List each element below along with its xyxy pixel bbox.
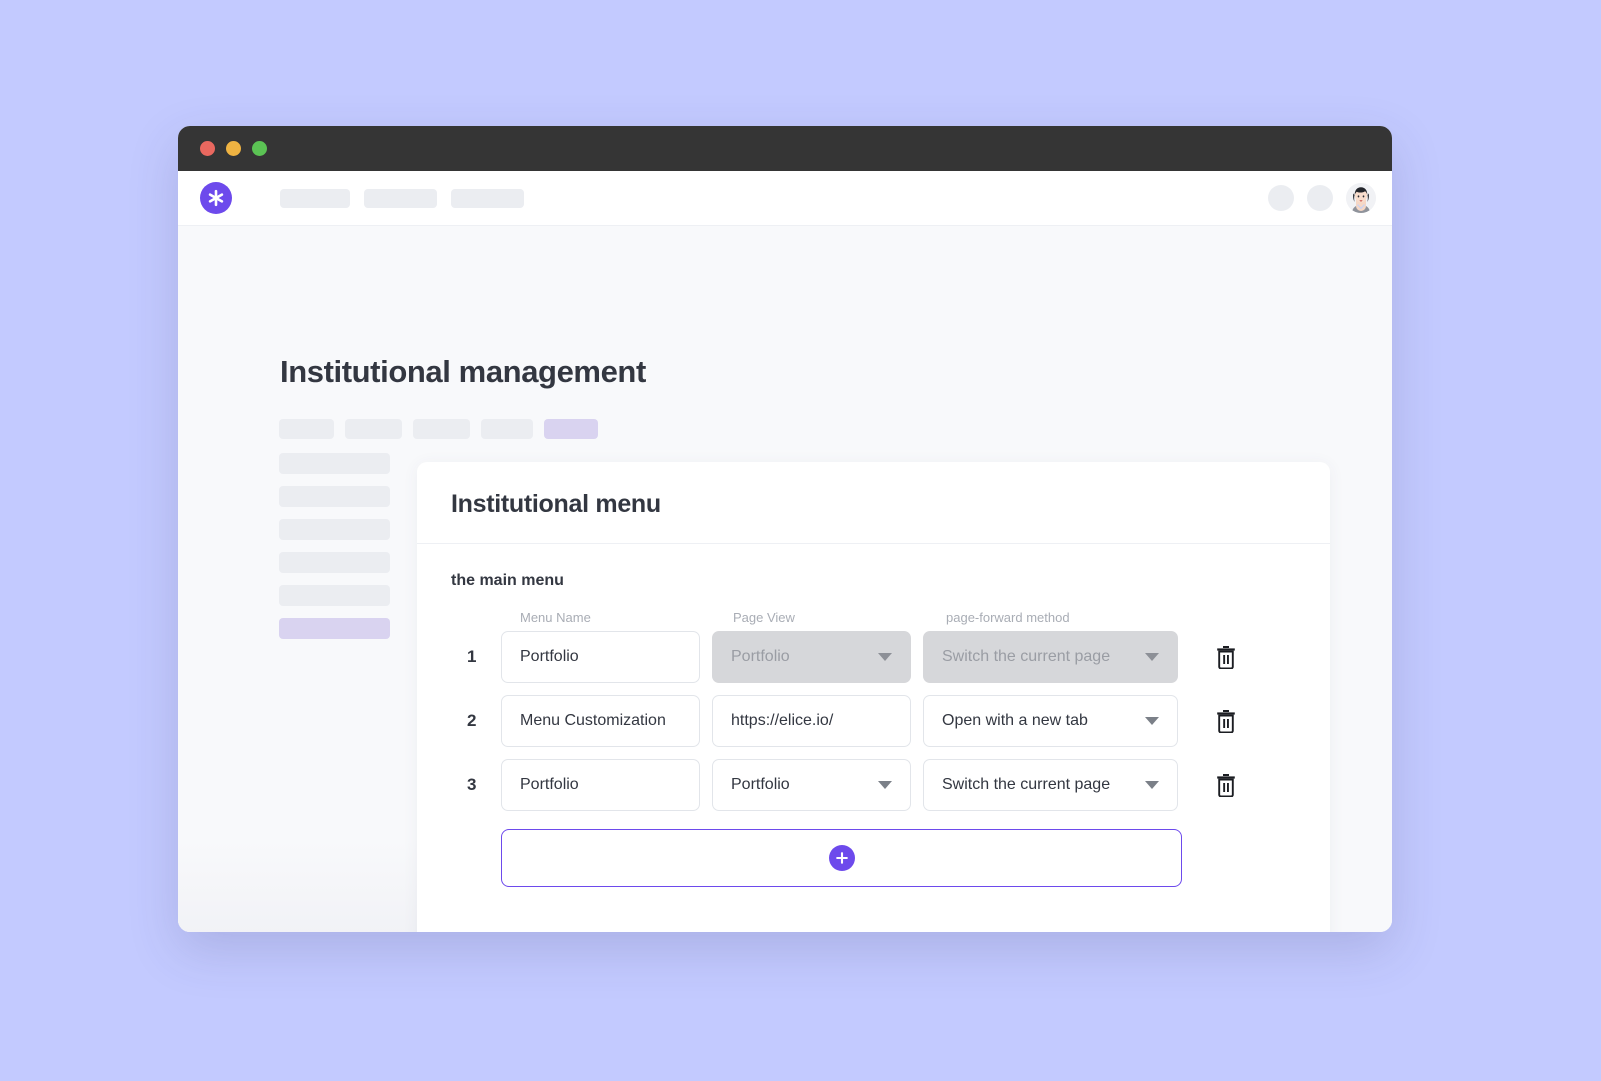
add-row-container xyxy=(501,829,1296,887)
sidebar xyxy=(279,453,390,639)
menu-name-input[interactable]: Portfolio xyxy=(501,759,700,811)
trash-icon xyxy=(1217,774,1235,797)
browser-window: Institutional management Institutional m… xyxy=(178,126,1392,932)
trash-icon xyxy=(1217,710,1235,733)
menu-name-input[interactable]: Portfolio xyxy=(501,631,700,683)
column-header-menu-name: Menu Name xyxy=(520,610,591,625)
main-menu-section-title: the main menu xyxy=(451,572,564,589)
forward-method-select-value: Open with a new tab xyxy=(942,712,1088,729)
header-circle-placeholder-1[interactable] xyxy=(1268,185,1294,211)
trash-icon xyxy=(1217,646,1235,669)
page-body: Institutional management Institutional m… xyxy=(178,226,1392,932)
plus-icon xyxy=(828,845,855,871)
sidebar-item-4[interactable] xyxy=(279,552,390,573)
chevron-down-icon xyxy=(878,781,892,789)
header-nav-placeholder-1[interactable] xyxy=(280,188,350,208)
row-number: 1 xyxy=(467,647,477,666)
header-nav-placeholder-3[interactable] xyxy=(451,188,524,208)
sidebar-item-3[interactable] xyxy=(279,519,390,540)
browser-titlebar xyxy=(178,126,1392,171)
tab-placeholder-3[interactable] xyxy=(413,419,470,439)
app-header xyxy=(178,171,1392,226)
menu-row: 2 Menu Customization https://elice.io/ O… xyxy=(451,695,1296,747)
tab-placeholder-5-active[interactable] xyxy=(544,419,598,439)
institutional-menu-card: Institutional menu the main menu Menu Na… xyxy=(417,462,1330,932)
tab-placeholder-1[interactable] xyxy=(279,419,334,439)
chevron-down-icon xyxy=(1145,717,1159,725)
delete-row-button[interactable] xyxy=(1212,706,1240,736)
asterisk-logo-icon[interactable] xyxy=(200,182,232,214)
sidebar-item-2[interactable] xyxy=(279,486,390,507)
header-nav-placeholder-2[interactable] xyxy=(364,188,437,208)
sidebar-item-1[interactable] xyxy=(279,453,390,474)
page-view-select-value: Portfolio xyxy=(731,648,790,665)
column-headers: Menu Name Page View page-forward method xyxy=(501,610,1296,625)
card-title: Institutional menu xyxy=(451,490,661,518)
card-header: Institutional menu xyxy=(417,462,1330,544)
forward-method-select: Switch the current page xyxy=(923,631,1178,683)
tab-placeholder-4[interactable] xyxy=(481,419,533,439)
header-nav-placeholders xyxy=(280,188,524,208)
page-tabs xyxy=(279,419,598,439)
forward-method-select[interactable]: Open with a new tab xyxy=(923,695,1178,747)
window-minimize-button[interactable] xyxy=(226,141,241,156)
menu-row: 1 Portfolio Portfolio Switch the current… xyxy=(451,631,1296,683)
sidebar-fade-overlay xyxy=(178,840,418,932)
window-maximize-button[interactable] xyxy=(252,141,267,156)
forward-method-select-value: Switch the current page xyxy=(942,648,1111,665)
sidebar-item-6-active[interactable] xyxy=(279,618,390,639)
chevron-down-icon xyxy=(1145,653,1159,661)
forward-method-select[interactable]: Switch the current page xyxy=(923,759,1178,811)
chevron-down-icon xyxy=(878,653,892,661)
row-number: 2 xyxy=(467,711,477,730)
page-view-select[interactable]: Portfolio xyxy=(712,759,911,811)
tab-placeholder-2[interactable] xyxy=(345,419,402,439)
personal-menu-section: Personal menu xyxy=(417,887,1330,932)
page-title: Institutional management xyxy=(280,354,646,389)
delete-row-button[interactable] xyxy=(1212,770,1240,800)
column-header-forward-method: page-forward method xyxy=(946,610,1070,625)
page-view-select-value: Portfolio xyxy=(731,776,790,793)
page-view-url-input[interactable]: https://elice.io/ xyxy=(712,695,911,747)
delete-row-button[interactable] xyxy=(1212,642,1240,672)
user-avatar[interactable] xyxy=(1346,183,1376,213)
menu-name-input[interactable]: Menu Customization xyxy=(501,695,700,747)
window-close-button[interactable] xyxy=(200,141,215,156)
sidebar-item-5[interactable] xyxy=(279,585,390,606)
row-number: 3 xyxy=(467,775,477,794)
forward-method-select-value: Switch the current page xyxy=(942,776,1111,793)
header-right-group xyxy=(1268,183,1376,213)
page-view-select: Portfolio xyxy=(712,631,911,683)
add-menu-row-button[interactable] xyxy=(501,829,1182,887)
column-header-page-view: Page View xyxy=(733,610,795,625)
card-body: the main menu Menu Name Page View page-f… xyxy=(417,544,1330,887)
menu-row: 3 Portfolio Portfolio Switch the current… xyxy=(451,759,1296,811)
chevron-down-icon xyxy=(1145,781,1159,789)
header-circle-placeholder-2[interactable] xyxy=(1307,185,1333,211)
